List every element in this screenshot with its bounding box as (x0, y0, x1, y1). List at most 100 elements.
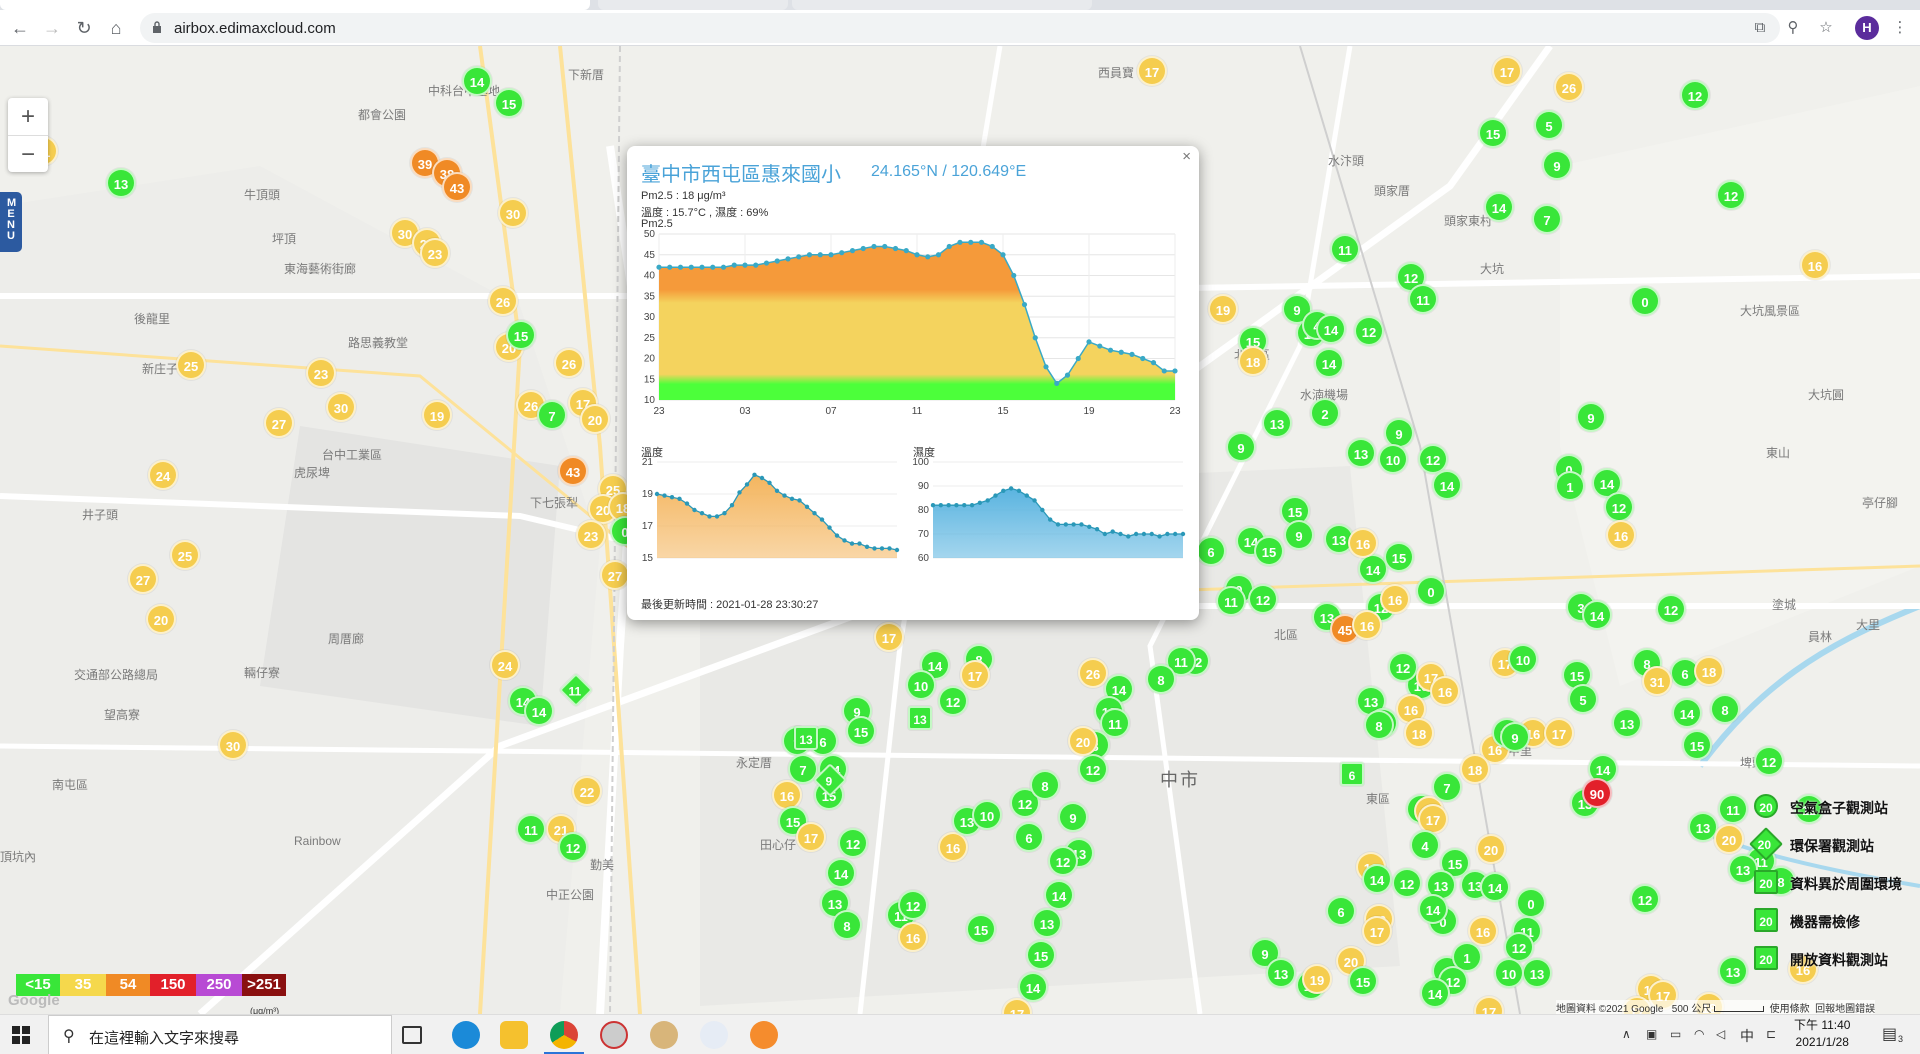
sensor-marker[interactable]: 20 (1714, 824, 1744, 854)
sensor-marker[interactable]: 90 (1582, 778, 1612, 808)
sensor-marker[interactable]: 12 (1716, 180, 1746, 210)
sensor-marker[interactable]: 30 (326, 392, 356, 422)
sensor-marker[interactable]: 17 (1362, 916, 1392, 946)
app-icon[interactable] (750, 1021, 778, 1049)
sensor-marker[interactable]: 13 (1522, 958, 1552, 988)
sensor-marker[interactable]: 8 (1364, 710, 1394, 740)
sensor-marker[interactable]: 27 (128, 564, 158, 594)
zoom-in-button[interactable]: + (8, 98, 48, 135)
sensor-marker[interactable]: 14 (1418, 894, 1448, 924)
task-view-icon[interactable] (402, 1026, 422, 1044)
sensor-marker[interactable]: 10 (972, 800, 1002, 830)
sensor-marker[interactable]: 16 (898, 922, 928, 952)
sensor-marker[interactable]: 15 (1348, 966, 1378, 996)
sensor-marker[interactable]: 4 (1410, 830, 1440, 860)
sensor-marker[interactable]: 0 (1416, 576, 1446, 606)
app-icon[interactable] (600, 1021, 628, 1049)
browser-tab[interactable] (792, 0, 1092, 10)
sensor-marker[interactable]: 12 (1248, 584, 1278, 614)
sensor-marker[interactable]: 10 (1378, 444, 1408, 474)
sensor-marker[interactable]: 10 (1494, 958, 1524, 988)
sensor-marker[interactable]: 12 (1754, 746, 1784, 776)
bookmark-star-icon[interactable]: ☆ (1816, 18, 1836, 38)
sensor-marker[interactable]: 16 (1352, 610, 1382, 640)
sensor-marker[interactable]: 26 (488, 286, 518, 316)
sensor-marker[interactable]: 10 (1508, 644, 1538, 674)
sensor-marker[interactable]: 12 (1604, 492, 1634, 522)
sensor-marker[interactable]: 16 (1468, 916, 1498, 946)
wifi-icon[interactable]: ◠ (1694, 1027, 1704, 1041)
translate-icon[interactable]: ⧉ (1750, 18, 1770, 38)
sensor-marker[interactable]: 18 (1404, 718, 1434, 748)
sensor-marker[interactable]: 16 (1380, 584, 1410, 614)
sensor-marker[interactable]: 15 (1384, 542, 1414, 572)
sensor-marker[interactable]: 30 (498, 198, 528, 228)
tray-app-icon[interactable]: ▣ (1646, 1027, 1657, 1041)
address-bar[interactable]: airbox.edimaxcloud.com (140, 13, 1780, 43)
browser-menu-icon[interactable]: ⋮ (1890, 18, 1910, 38)
sensor-marker[interactable]: 14 (524, 696, 554, 726)
sensor-marker[interactable]: 14 (1420, 978, 1450, 1008)
ime-indicator[interactable]: 中 (1740, 1026, 1754, 1046)
sensor-marker[interactable]: 9 (1284, 520, 1314, 550)
sensor-marker[interactable]: 13 (1612, 708, 1642, 738)
anomaly-station-marker[interactable]: 6 (1340, 762, 1364, 786)
sensor-marker[interactable]: 24 (148, 460, 178, 490)
sensor-marker[interactable]: 0 (1516, 888, 1546, 918)
windows-start-icon[interactable] (12, 1026, 30, 1044)
sensor-marker[interactable]: 43 (558, 456, 588, 486)
sensor-marker[interactable]: 1 (1555, 471, 1585, 501)
sensor-marker[interactable]: 25 (176, 350, 206, 380)
taskbar-clock[interactable]: 下午 11:40 2021/1/28 (1794, 1017, 1850, 1051)
zoom-icon[interactable]: ⚲ (1783, 18, 1803, 38)
sensor-marker[interactable]: 20 (580, 404, 610, 434)
anomaly-station-marker[interactable]: 13 (908, 706, 932, 730)
sensor-marker[interactable]: 12 (1392, 868, 1422, 898)
sensor-marker[interactable]: 8 (832, 910, 862, 940)
edge-browser-icon[interactable] (452, 1021, 480, 1049)
sensor-marker[interactable]: 9 (1058, 802, 1088, 832)
sensor-marker[interactable]: 24 (490, 650, 520, 680)
notification-icon[interactable]: ▤ (1882, 1024, 1897, 1044)
sensor-marker[interactable]: 11 (1718, 794, 1748, 824)
sensor-marker[interactable]: 14 (1480, 872, 1510, 902)
sensor-marker[interactable]: 16 (1430, 676, 1460, 706)
forward-icon[interactable]: → (38, 14, 66, 42)
sensor-marker[interactable]: 5 (1534, 110, 1564, 140)
sensor-marker[interactable]: 14 (462, 66, 492, 96)
sensor-marker[interactable]: 14 (1018, 972, 1048, 1002)
sensor-marker[interactable]: 19 (422, 400, 452, 430)
sensor-marker[interactable]: 8 (1146, 664, 1176, 694)
sensor-marker[interactable]: 12 (1048, 846, 1078, 876)
popup-close-button[interactable]: × (1182, 148, 1191, 165)
sensor-marker[interactable]: 13 (106, 168, 136, 198)
sensor-marker[interactable]: 17 (1137, 56, 1167, 86)
menu-tab-button[interactable]: MENU (0, 192, 22, 252)
sensor-marker[interactable]: 7 (537, 400, 567, 430)
sensor-marker[interactable]: 30 (218, 730, 248, 760)
sensor-marker[interactable]: 22 (572, 776, 602, 806)
sensor-marker[interactable]: 27 (264, 408, 294, 438)
sensor-marker[interactable]: 12 (1078, 754, 1108, 784)
app-icon[interactable] (700, 1021, 728, 1049)
sensor-marker[interactable]: 5 (1568, 684, 1598, 714)
sensor-marker[interactable]: 23 (420, 238, 450, 268)
sensor-marker[interactable]: 15 (1254, 536, 1284, 566)
sensor-marker[interactable]: 31 (1642, 666, 1672, 696)
sensor-marker[interactable]: 11 (1408, 284, 1438, 314)
sensor-marker[interactable]: 14 (1672, 698, 1702, 728)
sensor-marker[interactable]: 16 (1348, 528, 1378, 558)
sensor-marker[interactable]: 11 (1216, 586, 1246, 616)
sensor-marker[interactable]: 13 (1266, 958, 1296, 988)
sensor-marker[interactable]: 6 (1014, 822, 1044, 852)
sensor-marker[interactable]: 15 (1026, 940, 1056, 970)
back-icon[interactable]: ← (6, 14, 34, 42)
tray-chevron-icon[interactable]: ∧ (1622, 1027, 1631, 1041)
sensor-marker[interactable]: 12 (1354, 316, 1384, 346)
sensor-marker[interactable]: 14 (1484, 192, 1514, 222)
chrome-icon[interactable] (550, 1021, 578, 1049)
sensor-marker[interactable]: 23 (576, 520, 606, 550)
sensor-marker[interactable]: 13 (1346, 438, 1376, 468)
home-icon[interactable]: ⌂ (102, 14, 130, 42)
zoom-out-button[interactable]: − (8, 135, 48, 172)
